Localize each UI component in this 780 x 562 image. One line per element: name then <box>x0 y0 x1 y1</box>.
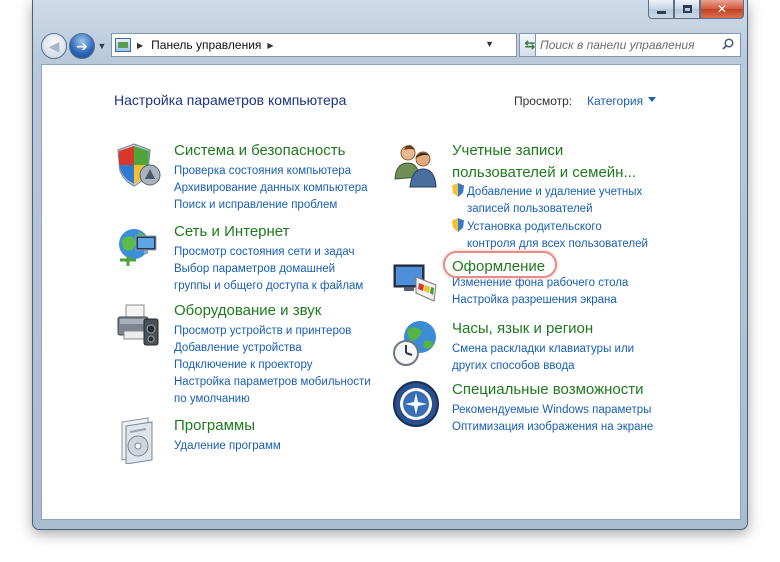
category-heading[interactable]: Часы, язык и регион <box>452 319 593 338</box>
shield-icon <box>117 143 161 187</box>
recent-pages-dropdown[interactable]: ▼ <box>95 41 109 51</box>
task-link[interactable]: других способов ввода <box>452 358 634 375</box>
uac-shield-icon <box>452 218 464 232</box>
task-link[interactable]: Подключение к проектору <box>174 357 371 374</box>
task-link[interactable]: Архивирование данных компьютера <box>174 180 368 197</box>
uac-shield-icon <box>452 183 464 197</box>
category-heading[interactable]: Система и безопасность <box>174 141 345 160</box>
category-heading[interactable]: Специальные возможности <box>452 380 644 399</box>
task-link[interactable]: Удаление программ <box>174 438 281 455</box>
close-button[interactable]: ✕ <box>700 0 744 19</box>
task-link[interactable]: Проверка состояния компьютера <box>174 163 368 180</box>
task-link[interactable]: Смена раскладки клавиатуры или <box>452 341 634 358</box>
accessibility-icon <box>393 381 439 427</box>
search-icon[interactable] <box>722 38 734 50</box>
task-link[interactable]: Установка родительского <box>452 218 648 236</box>
network-globe-icon <box>119 229 157 266</box>
address-bar[interactable]: ▶ Панель управления ▶ ▼ <box>111 33 517 57</box>
task-link[interactable]: Оптимизация изображения на экране <box>452 419 653 436</box>
clock-globe-icon <box>393 321 436 366</box>
forward-button[interactable]: ➔ <box>69 33 95 59</box>
users-icon <box>394 145 437 188</box>
breadcrumb-arrow-icon[interactable]: ▶ <box>267 41 273 50</box>
task-link[interactable]: по умолчанию <box>174 391 371 408</box>
breadcrumb-arrow-icon[interactable]: ▶ <box>137 41 143 50</box>
category-heading-line1: Учетные записи <box>452 142 564 159</box>
task-link[interactable]: Добавление и удаление учетных <box>452 183 648 201</box>
maximize-button[interactable] <box>674 0 700 19</box>
back-button[interactable]: ◀ <box>41 33 67 59</box>
task-link[interactable]: Просмотр устройств и принтеров <box>174 323 371 340</box>
search-input[interactable] <box>540 38 710 52</box>
search-box[interactable] <box>535 33 741 57</box>
appearance-icon <box>393 264 437 302</box>
category-heading[interactable]: Учетные записи пользователей и семейн... <box>452 141 636 182</box>
view-by-label: Просмотр: <box>514 94 573 108</box>
navigation-bar: ◀ ➔ ▼ ▶ Панель управления ▶ ▼ ⇆ <box>41 32 741 60</box>
address-dropdown-icon[interactable]: ▼ <box>485 39 494 49</box>
highlight-circle <box>443 251 557 278</box>
window-controls: ✕ <box>648 0 744 19</box>
task-link[interactable]: Просмотр состояния сети и задач <box>174 244 363 261</box>
minimize-button[interactable] <box>648 0 674 19</box>
task-link[interactable]: Настройка параметров мобильности <box>174 374 371 391</box>
view-by-dropdown[interactable]: Категория <box>587 94 656 108</box>
task-link[interactable]: Добавление устройства <box>174 340 371 357</box>
category-heading[interactable]: Программы <box>174 416 255 435</box>
task-link[interactable]: Выбор параметров домашней <box>174 261 363 278</box>
category-heading[interactable]: Оборудование и звук <box>174 301 321 320</box>
task-link-continued[interactable]: записей пользователей <box>452 201 648 218</box>
control-panel-icon <box>115 38 131 52</box>
main-content: Настройка параметров компьютера Просмотр… <box>41 64 741 520</box>
category-heading-line2: пользователей и семейн... <box>452 164 636 181</box>
task-link[interactable]: Рекомендуемые Windows параметры <box>452 402 653 419</box>
task-link[interactable]: Поиск и исправление проблем <box>174 197 368 214</box>
control-panel-window: ✕ ◀ ➔ ▼ ▶ Панель управления ▶ ▼ ⇆ Настро… <box>32 0 748 530</box>
printer-icon <box>117 304 159 346</box>
programs-icon <box>121 417 153 464</box>
page-title: Настройка параметров компьютера <box>114 92 347 108</box>
breadcrumb[interactable]: Панель управления <box>151 38 261 52</box>
category-heading[interactable]: Сеть и Интернет <box>174 222 290 241</box>
task-link[interactable]: группы и общего доступа к файлам <box>174 278 363 295</box>
task-link[interactable]: Настройка разрешения экрана <box>452 292 628 309</box>
